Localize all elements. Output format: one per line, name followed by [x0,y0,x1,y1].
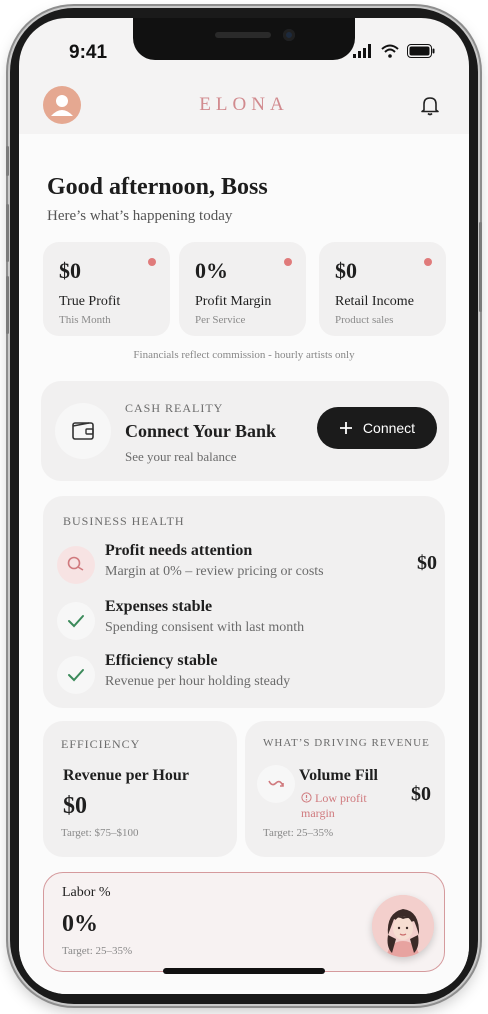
alert-circle-icon [301,792,312,803]
wallet-icon [72,422,94,440]
driving-eyebrow: WHAT’S DRIVING REVENUE [263,737,430,749]
power-button [479,222,482,312]
trend-icon [257,765,295,803]
stat-card-profit-margin[interactable]: 0% Profit Margin Per Service [179,242,306,336]
health-item-expenses[interactable]: Expenses stable Spending consisent with … [57,598,437,648]
financials-note: Financials reflect commission - hourly a… [133,349,355,361]
speaker [215,32,271,38]
stat-sublabel: Per Service [195,314,246,326]
efficiency-eyebrow: EFFICIENCY [61,737,141,751]
driving-revenue-card[interactable]: WHAT’S DRIVING REVENUE Volume Fill Low p… [245,721,445,857]
health-item-title: Profit needs attention [105,542,253,559]
health-item-profit[interactable]: Profit needs attention Margin at 0% – re… [57,542,437,592]
assistant-avatar-button[interactable] [372,895,434,957]
notch [133,18,355,60]
efficiency-card[interactable]: EFFICIENCY Revenue per Hour $0 Target: $… [43,721,237,857]
battery-icon [407,44,435,58]
volume-up-button [6,204,9,262]
volume-down-button [6,276,9,334]
check-icon [57,602,95,640]
stat-sublabel: Product sales [335,314,394,326]
stat-value: $0 [59,258,81,283]
alert-dot [284,258,292,266]
alert-dot [148,258,156,266]
low-margin-warning: Low profit margin [301,791,367,821]
status-icons [353,44,435,58]
cash-eyebrow: CASH REALITY [125,401,224,415]
plus-icon [339,422,352,434]
stat-value: $0 [335,258,357,283]
app-screen: 9:41 ELONA Good afternoon, Boss Here’s w… [19,18,469,994]
assistant-portrait-icon [372,895,434,957]
connect-bank-button[interactable]: Connect [317,407,437,449]
dashboard-content: Good afternoon, Boss Here’s what’s happe… [19,134,469,994]
warning-line-1: Low profit [315,791,367,805]
alert-dot [424,258,432,266]
stat-sublabel: This Month [59,314,111,326]
driving-title: Volume Fill [299,767,378,784]
health-item-subtitle: Spending consisent with last month [105,620,305,635]
greeting-subtitle: Here’s what’s happening today [47,208,233,224]
connect-button-label: Connect [362,420,416,436]
health-item-subtitle: Revenue per hour holding steady [105,674,291,689]
search-alert-icon [57,546,95,584]
driving-value: $0 [411,783,431,805]
mute-switch [6,146,9,176]
wallet-icon-container [55,403,111,459]
greeting-title: Good afternoon, Boss [47,174,268,200]
health-item-title: Efficiency stable [105,652,218,669]
stat-value: 0% [195,258,228,283]
stat-card-true-profit[interactable]: $0 True Profit This Month [43,242,170,336]
stat-label: True Profit [59,294,121,309]
status-time: 9:41 [69,42,108,63]
wifi-icon [381,44,399,58]
home-indicator [163,968,325,974]
cash-subtitle: See your real balance [125,449,237,464]
cash-reality-card: CASH REALITY Connect Your Bank See your … [41,381,449,481]
stat-card-retail-income[interactable]: $0 Retail Income Product sales [319,242,446,336]
health-item-value: $0 [417,552,437,574]
cash-title: Connect Your Bank [125,421,277,441]
labor-value: 0% [62,911,98,937]
labor-target: Target: 25–35% [62,945,133,957]
health-eyebrow: BUSINESS HEALTH [63,514,185,528]
health-item-efficiency[interactable]: Efficiency stable Revenue per hour holdi… [57,652,437,702]
business-health-card: BUSINESS HEALTH Profit needs attention M… [43,496,445,708]
labor-label: Labor % [62,885,111,900]
labor-card[interactable]: Labor % 0% Target: 25–35% [43,872,445,972]
stat-label: Profit Margin [195,294,272,309]
health-item-subtitle: Margin at 0% – review pricing or costs [105,564,324,579]
driving-target: Target: 25–35% [263,827,334,839]
warning-line-2: margin [301,806,335,820]
bell-icon[interactable] [419,94,441,116]
efficiency-value: $0 [63,793,87,819]
health-item-title: Expenses stable [105,598,213,615]
app-header: ELONA [19,82,469,138]
efficiency-title: Revenue per Hour [63,767,189,784]
signal-icon [353,44,371,58]
check-icon [57,656,95,694]
efficiency-target: Target: $75–$100 [61,827,139,839]
brand-logo: ELONA [199,94,289,115]
camera [283,29,295,41]
stat-label: Retail Income [335,294,414,309]
